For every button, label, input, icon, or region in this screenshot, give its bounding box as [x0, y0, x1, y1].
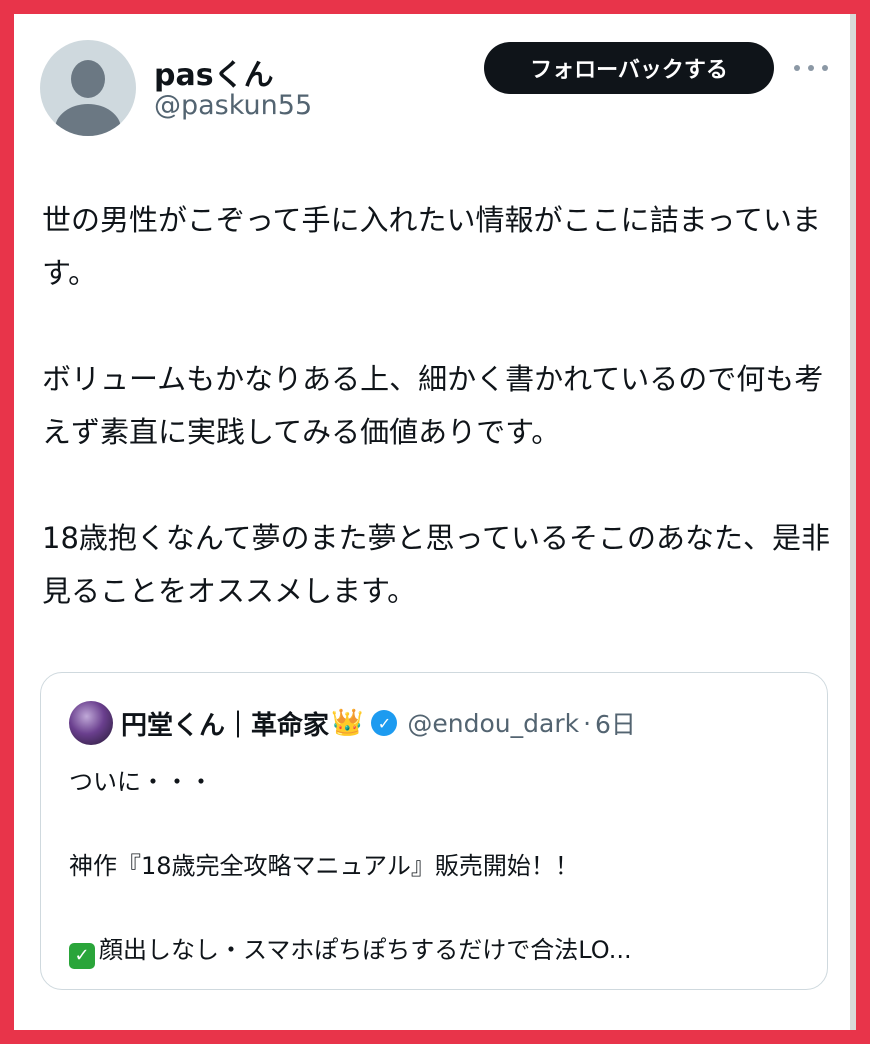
quote-timestamp: 6日 [595, 710, 636, 739]
quote-line-1: ついに・・・ [69, 768, 213, 796]
quote-author-handle: @endou_dark [407, 708, 580, 738]
quote-separator: · [583, 708, 592, 738]
quote-author-display-name: 円堂くん｜革命家 [121, 710, 330, 741]
quote-header: 円堂くん｜革命家 👑 ✓ @endou_dark · 6日 [121, 703, 636, 743]
quote-text: ついに・・・ 神作『18歳完全攻略マニュアル』販売開始！！ ✓ 顔出しなし・スマホ… [69, 765, 809, 969]
quote-line-3-text: 顔出しなし・スマホぽちぽちするだけで合法LO... [99, 936, 632, 964]
tweet-paragraph-3: 18歳抱くなんて夢のまた夢と思っているそこのあなた、是非見ることをオススメします… [42, 521, 831, 608]
quote-line-3: ✓ 顔出しなし・スマホぽちぽちするだけで合法LO... [69, 933, 809, 969]
author-display-name[interactable]: pasくん [154, 50, 274, 94]
crown-icon: 👑 [331, 708, 364, 738]
author-handle[interactable]: @paskun55 [154, 90, 312, 121]
quoted-tweet[interactable]: 円堂くん｜革命家 👑 ✓ @endou_dark · 6日 ついに・・・ 神作『… [40, 672, 828, 990]
verified-badge-icon: ✓ [371, 710, 398, 736]
check-mark-icon: ✓ [69, 943, 95, 969]
avatar-head-shape [71, 60, 105, 98]
tweet-paragraph-1: 世の男性がこぞって手に入れたい情報がここに詰まっています。 [42, 203, 821, 290]
more-dot [808, 65, 814, 71]
scrollbar[interactable] [850, 14, 856, 1030]
tweet-card: pasくん @paskun55 フォローバックする 世の男性がこぞって手に入れた… [14, 14, 856, 1030]
more-dot [794, 65, 800, 71]
quote-line-2: 神作『18歳完全攻略マニュアル』販売開始！！ [69, 852, 579, 880]
more-horizontal-icon[interactable] [794, 56, 828, 80]
quote-author-avatar [69, 701, 113, 745]
follow-back-button[interactable]: フォローバックする [484, 42, 774, 94]
tweet-paragraph-2: ボリュームもかなりある上、細かく書かれているので何も考えず素直に実践してみる価値… [42, 362, 824, 449]
author-avatar[interactable] [40, 40, 136, 136]
avatar-body-shape [55, 104, 121, 136]
more-dot [822, 65, 828, 71]
tweet-body: 世の男性がこぞって手に入れたい情報がここに詰まっています。 ボリュームもかなりあ… [42, 194, 842, 618]
